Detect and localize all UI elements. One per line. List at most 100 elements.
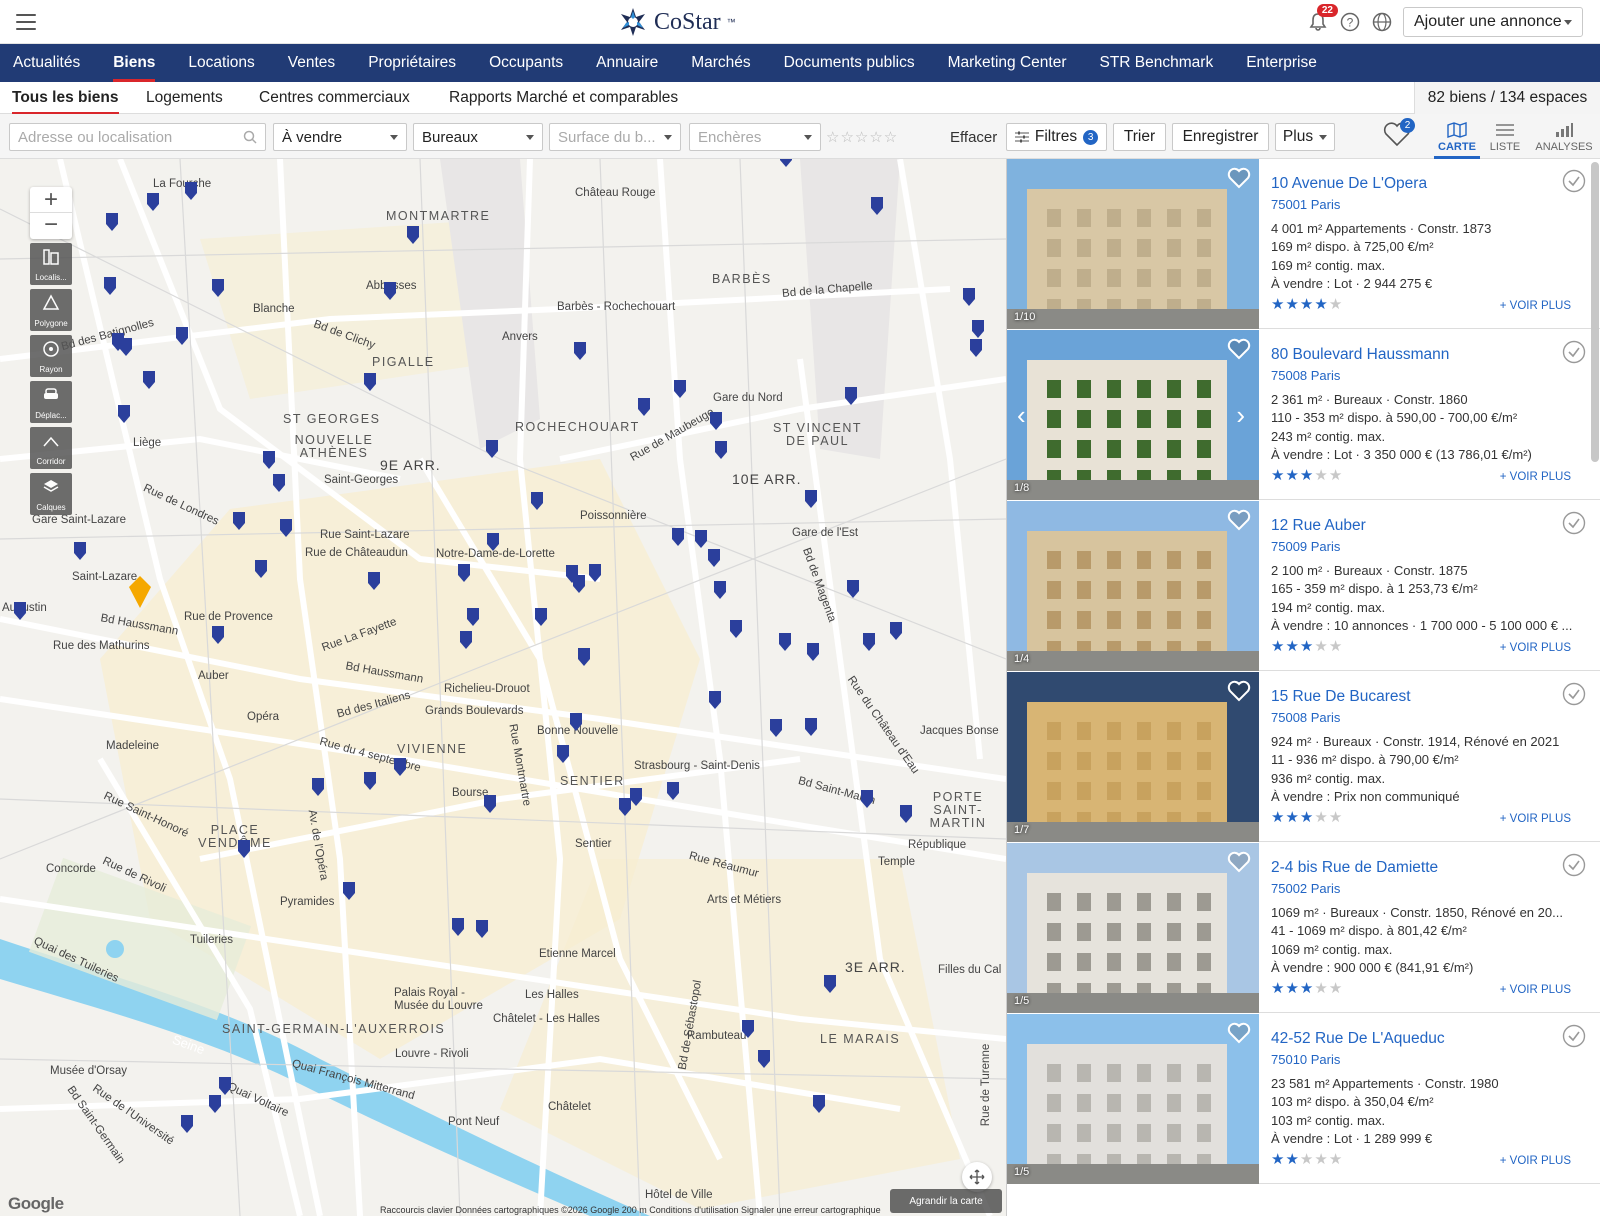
listing-address[interactable]: 42-52 Rue De L'Aqueduc [1271,1030,1445,1048]
property-pin[interactable] [254,559,268,579]
property-pin[interactable] [778,632,792,652]
property-pin[interactable] [73,541,87,561]
property-pin[interactable] [232,511,246,531]
property-pin[interactable] [272,473,286,493]
property-pin[interactable] [457,563,471,583]
property-pin[interactable] [870,196,884,216]
view-tab-map[interactable]: CARTE [1432,118,1482,159]
favorite-heart-icon[interactable] [1227,851,1251,878]
see-more-link[interactable]: + VOIR PLUS [1500,984,1571,996]
property-pin[interactable] [367,571,381,591]
favorites-heart-icon[interactable]: 2 [1383,118,1415,151]
listing-card[interactable]: 1/5 42-52 Rue De L'Aqueduc 75010 Paris 23 5… [1007,1014,1600,1184]
property-pin[interactable] [779,159,793,168]
save-search-button[interactable]: Enregistrer [1172,123,1269,151]
property-pin[interactable] [218,1076,232,1096]
property-pin[interactable] [804,489,818,509]
property-pin[interactable] [713,580,727,600]
listings-scrollbar[interactable] [1591,162,1599,462]
property-pin[interactable] [117,404,131,424]
listing-card[interactable]: 1/4 12 Rue Auber 75009 Paris 2 100 m² · Bur… [1007,501,1600,671]
property-pin[interactable] [573,341,587,361]
property-pin[interactable] [475,919,489,939]
more-button[interactable]: Plus [1275,123,1335,151]
nav-biens[interactable]: Biens [113,44,156,82]
help-icon[interactable]: ? [1338,10,1362,34]
see-more-link[interactable]: + VOIR PLUS [1500,300,1571,312]
listing-address[interactable]: 15 Rue De Bucarest [1271,688,1411,706]
globe-language-icon[interactable] [1370,10,1394,34]
filters-button[interactable]: Filtres 3 [1006,123,1107,151]
property-pin[interactable] [406,225,420,245]
property-pin[interactable] [451,917,465,937]
property-pin[interactable] [146,192,160,212]
property-pin[interactable] [459,630,473,650]
property-pin[interactable] [211,625,225,645]
property-pin[interactable] [119,337,133,357]
property-pin[interactable] [237,839,251,859]
listing-photo[interactable]: 1/5 [1007,843,1259,1013]
property-pin[interactable] [889,621,903,641]
property-pin[interactable] [969,338,983,358]
subtab-tous-les-biens[interactable]: Tous les biens [12,89,119,115]
nav-occupants[interactable]: Occupants [489,44,563,82]
favorite-heart-icon[interactable] [1227,338,1251,365]
listing-card[interactable]: 1/8 ‹ › 80 Boulevard Haussmann 75008 Paris 2 … [1007,330,1600,500]
address-search-input[interactable]: Adresse ou localisation [9,123,266,151]
favorite-heart-icon[interactable] [1227,509,1251,536]
property-pin[interactable] [534,607,548,627]
nav-ventes[interactable]: Ventes [288,44,335,82]
property-pin[interactable] [729,619,743,639]
property-pin[interactable] [844,386,858,406]
property-pin[interactable] [971,319,985,339]
property-pin[interactable] [175,326,189,346]
add-listing-dropdown[interactable]: Ajouter une annonce [1403,7,1583,37]
property-pin[interactable] [105,212,119,232]
property-pin[interactable] [211,278,225,298]
sale-type-select[interactable]: À vendre [273,123,407,151]
property-pin[interactable] [666,781,680,801]
property-pin[interactable] [572,574,586,594]
property-pin[interactable] [393,757,407,777]
select-check-icon[interactable] [1562,511,1586,535]
property-pin[interactable] [311,777,325,797]
fullscreen-move-icon[interactable] [962,1162,992,1192]
select-check-icon[interactable] [1562,853,1586,877]
property-pin[interactable] [806,642,820,662]
listing-photo[interactable]: 1/8 ‹ › [1007,330,1259,500]
property-pin[interactable] [823,974,837,994]
property-pin[interactable] [279,518,293,538]
property-pin[interactable] [860,789,874,809]
subtab-centres-commerciaux[interactable]: Centres commerciaux [259,89,410,107]
property-pin[interactable] [556,744,570,764]
auctions-select[interactable]: Enchères [689,123,821,151]
listing-address[interactable]: 2-4 bis Rue de Damiette [1271,859,1438,877]
clear-filters-button[interactable]: Effacer [950,123,997,151]
property-pin[interactable] [363,771,377,791]
listing-photo[interactable]: 1/7 [1007,672,1259,842]
zoom-out-icon[interactable]: − [30,213,72,239]
property-pin[interactable] [629,787,643,807]
listing-address[interactable]: 80 Boulevard Haussmann [1271,346,1449,364]
property-pin[interactable] [180,1114,194,1134]
subtab-rapports-marche[interactable]: Rapports Marché et comparables [449,89,678,107]
nav-actualites[interactable]: Actualités [13,44,80,82]
property-pin[interactable] [208,1094,222,1114]
property-type-select[interactable]: Bureaux [413,123,543,151]
favorite-heart-icon[interactable] [1227,1022,1251,1049]
view-tab-analytics[interactable]: ANALYSES [1533,118,1595,158]
nav-marches[interactable]: Marchés [691,44,750,82]
nav-str-benchmark[interactable]: STR Benchmark [1100,44,1214,82]
listing-photo[interactable]: 1/4 [1007,501,1259,671]
property-pin[interactable] [804,717,818,737]
select-check-icon[interactable] [1562,1024,1586,1048]
expand-map-button[interactable]: Agrandir la carte [890,1189,1002,1213]
property-pin[interactable] [757,1049,771,1069]
nav-locations[interactable]: Locations [188,44,254,82]
listing-photo[interactable]: 1/5 [1007,1014,1259,1184]
property-pin[interactable] [862,632,876,652]
see-more-link[interactable]: + VOIR PLUS [1500,642,1571,654]
property-pin[interactable] [483,794,497,814]
property-pin[interactable] [962,287,976,307]
property-pin[interactable] [569,712,583,732]
